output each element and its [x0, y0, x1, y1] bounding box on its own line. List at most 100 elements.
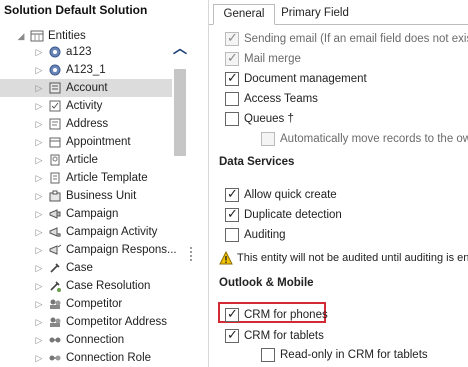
tree-item[interactable]: ▷ Connection Role [0, 349, 172, 367]
checkbox-label: Document management [244, 73, 367, 85]
expand-arrow-icon[interactable]: ▷ [34, 223, 44, 241]
expand-arrow-icon[interactable]: ▷ [34, 43, 44, 61]
tree-item-label: Connection [66, 334, 125, 346]
option-row[interactable]: Automatically move records to the owner'… [209, 131, 468, 147]
tree-item-label: Article [66, 154, 98, 166]
check-mark-icon: ✓ [227, 327, 238, 342]
checkbox[interactable] [225, 228, 239, 242]
case-resolution-icon [48, 279, 62, 293]
tree-item-label: Competitor Address [66, 316, 167, 328]
tree-item-label: Account [66, 82, 108, 94]
expand-arrow-icon[interactable]: ▷ [34, 331, 44, 349]
tree-item[interactable]: ▷ Activity [0, 97, 172, 115]
tree-item[interactable]: ▷ Address [0, 115, 172, 133]
option-row[interactable]: ✓ Mail merge [209, 50, 468, 67]
expand-arrow-icon[interactable]: ▷ [34, 205, 44, 223]
competitor-address-icon [48, 315, 62, 329]
option-row[interactable]: ✓ Allow quick create [209, 186, 468, 203]
tree-scrollbar[interactable]: ︿ [172, 38, 188, 367]
tree-item[interactable]: ▷ Competitor [0, 295, 172, 313]
expand-arrow-icon[interactable]: ▷ [34, 133, 44, 151]
tree-item-label: Activity [66, 100, 103, 112]
business-unit-icon [48, 189, 62, 203]
checkbox[interactable]: ✓ [225, 327, 239, 343]
expand-arrow-icon[interactable]: ▷ [34, 97, 44, 115]
checkbox[interactable] [225, 112, 239, 126]
tree-item[interactable]: ▷ Account [0, 79, 172, 97]
tree-item[interactable]: ▷ Campaign Respons... [0, 241, 177, 259]
option-row[interactable]: Queues † [209, 111, 468, 127]
expand-arrow-icon[interactable]: ▷ [34, 169, 44, 187]
checkbox: ✓ [225, 50, 239, 66]
tree-item-label: Article Template [66, 172, 148, 184]
checkbox[interactable] [225, 92, 239, 106]
option-row[interactable]: ✓ Document management [209, 70, 468, 87]
option-row[interactable]: Auditing [209, 227, 468, 243]
expand-arrow-icon[interactable]: ▷ [34, 277, 44, 295]
tree-item-label: Case Resolution [66, 280, 151, 292]
option-row[interactable]: ✓ CRM for phones [209, 306, 468, 323]
tree-item-label: Connection Role [66, 352, 152, 364]
expand-arrow-icon[interactable]: ▷ [34, 349, 44, 367]
scroll-up-icon[interactable]: ︿ [172, 38, 188, 58]
checkbox: ✓ [225, 30, 239, 46]
checkbox-label: Mail merge [244, 53, 301, 65]
checkbox-label: CRM for tablets [244, 330, 324, 342]
expand-arrow-icon[interactable]: ▷ [34, 259, 44, 277]
tree-item[interactable]: ▷ Case [0, 259, 172, 277]
check-mark-icon: ✓ [227, 70, 238, 85]
option-row[interactable]: ✓ CRM for tablets [209, 327, 468, 344]
connection-role-icon [48, 351, 62, 365]
tree-item[interactable]: ▷ Campaign Activity [0, 223, 172, 241]
tree-item[interactable]: ▷ Appointment [0, 133, 172, 151]
checkbox[interactable]: ✓ [225, 70, 239, 86]
article-template-icon [48, 171, 62, 185]
expand-arrow-icon[interactable]: ▷ [34, 151, 44, 169]
checkbox[interactable]: ✓ [225, 186, 239, 202]
option-row[interactable]: ✓ Sending email (If an email field does n… [209, 30, 468, 47]
entities-icon [30, 29, 44, 43]
tab-primary-field[interactable]: Primary Field [275, 4, 355, 23]
option-row[interactable]: ✓ Duplicate detection [209, 206, 468, 223]
tree-item[interactable]: ▷ Connection [0, 331, 172, 349]
tree-item[interactable]: ▷ a123 [0, 43, 172, 61]
warning-text: This entity will not be audited until au… [237, 252, 468, 264]
expand-arrow-icon[interactable]: ▷ [34, 295, 44, 313]
checkbox[interactable] [261, 348, 275, 362]
activity-icon [48, 99, 62, 113]
tree-item[interactable]: ▷ A123_1 [0, 61, 172, 79]
expand-arrow-icon[interactable]: ▷ [34, 61, 44, 79]
tree-item[interactable]: ▷ Campaign [0, 205, 172, 223]
tab-general[interactable]: General [213, 4, 275, 25]
checkbox-label: Duplicate detection [244, 209, 342, 221]
checkbox[interactable]: ✓ [225, 206, 239, 222]
checkbox-label: Read-only in CRM for tablets [280, 349, 428, 361]
checkbox [261, 132, 275, 146]
option-row[interactable]: Access Teams [209, 91, 468, 107]
campaign-activity-icon [48, 225, 62, 239]
expand-arrow-icon[interactable]: ▷ [34, 313, 44, 331]
appointment-icon [48, 135, 62, 149]
expand-arrow-icon[interactable]: ▷ [34, 241, 44, 259]
checkbox[interactable]: ✓ [225, 306, 239, 322]
tab-strip: General Primary Field [209, 0, 468, 25]
tree-item[interactable]: ▷ Case Resolution [0, 277, 172, 295]
tree-item[interactable]: ▷ Business Unit [0, 187, 172, 205]
check-mark-icon: ✓ [227, 50, 238, 65]
tree-item-label: Appointment [66, 136, 131, 148]
tree-item[interactable]: ▷ Competitor Address [0, 313, 172, 331]
scrollbar-thumb[interactable] [174, 69, 186, 156]
tree-item-label: Address [66, 118, 109, 130]
expand-arrow-icon[interactable]: ▷ [34, 79, 44, 97]
tree-item-label: a123 [66, 46, 92, 58]
tree-item-label: Competitor [66, 298, 123, 310]
pane-splitter-handle[interactable] [189, 245, 193, 265]
tree-item[interactable]: ▷ Article [0, 151, 172, 169]
expand-arrow-icon[interactable]: ▷ [34, 187, 44, 205]
article-icon [48, 153, 62, 167]
tree-item[interactable]: ▷ Article Template [0, 169, 172, 187]
option-row[interactable]: Read-only in CRM for tablets [209, 347, 468, 363]
expand-arrow-icon[interactable]: ▷ [34, 115, 44, 133]
check-mark-icon: ✓ [227, 30, 238, 45]
auditing-warning: This entity will not be audited until au… [209, 250, 468, 266]
